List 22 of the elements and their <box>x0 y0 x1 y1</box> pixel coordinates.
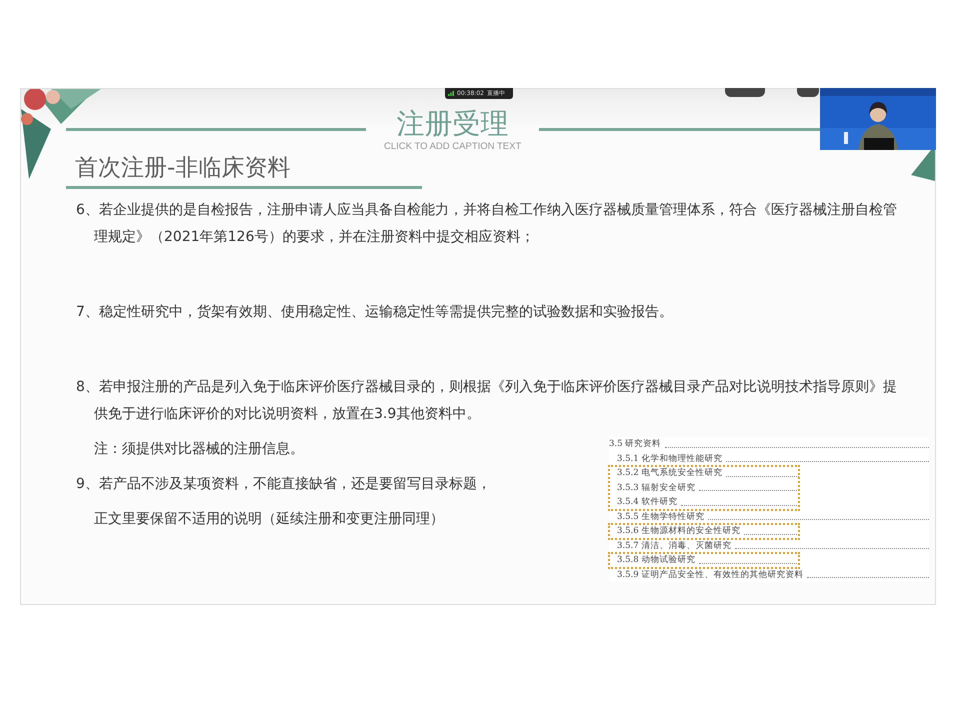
overlay-button[interactable] <box>725 88 765 97</box>
toc-entry: 3.5.1 化学和物理性能研究 <box>617 452 722 466</box>
slide-paragraph: 6、若企业提供的是自检报告，注册申请人应当具备自检能力，并将自检工作纳入医疗器械质量管理体系，符合《医疗器械注册自检管理规定》（2021年第126号）的要求，并在注册资料中提交相应资料； <box>76 201 898 247</box>
caption-text: CLICK TO ADD CAPTION TEXT <box>384 141 522 152</box>
toc-entry: 3.5.4 软件研究 <box>617 496 678 509</box>
toc-entry: 3.5.6 生物源材料的安全性研究 <box>617 524 740 538</box>
toc-entry: 3.5.9 证明产品安全性、有效性的其他研究资料 <box>617 568 804 582</box>
slide-paragraph: 8、若申报注册的产品是列入免于临床评价医疗器械目录的，则根据《列入免于临床评价医疗器械目录产品对比说明技术指导原则》提供免于进行临床评价的对比说明资料，放置在3.9其他资料中。 <box>76 378 898 424</box>
slide-paragraph: 7、稳定性研究中，货架有效期、使用稳定性、运输稳定性等需提供完整的试验数据和实验报告。 <box>76 303 673 322</box>
slide-subtitle: 首次注册-非临床资料 <box>75 154 292 183</box>
overlay-button[interactable] <box>797 88 819 97</box>
toc-entry: 3.5.8 动物试验研究 <box>617 554 696 567</box>
signal-icon <box>448 91 454 96</box>
toc-entry: 3.5.7 清洁、消毒、灭菌研究 <box>617 540 732 552</box>
slide-title: 注册受理 <box>396 107 509 141</box>
slide-paragraph: 注：须提供对比器械的注册信息。 <box>94 440 304 459</box>
toc-entry: 3.5.2 电气系统安全性研究 <box>617 466 722 480</box>
toc-entry: 3.5.5 生物学特性研究 <box>617 510 704 524</box>
toc-heading: 3.5 研究资料 <box>609 438 662 451</box>
slide-paragraph: 正文里要保留不适用的说明（延续注册和变更注册同理） <box>94 510 444 529</box>
toc-entry: 3.5.3 辐射安全研究 <box>617 482 696 494</box>
slide-paragraph: 9、若产品不涉及某项资料，不能直接缺省，还是要留写目录标题， <box>76 475 491 494</box>
